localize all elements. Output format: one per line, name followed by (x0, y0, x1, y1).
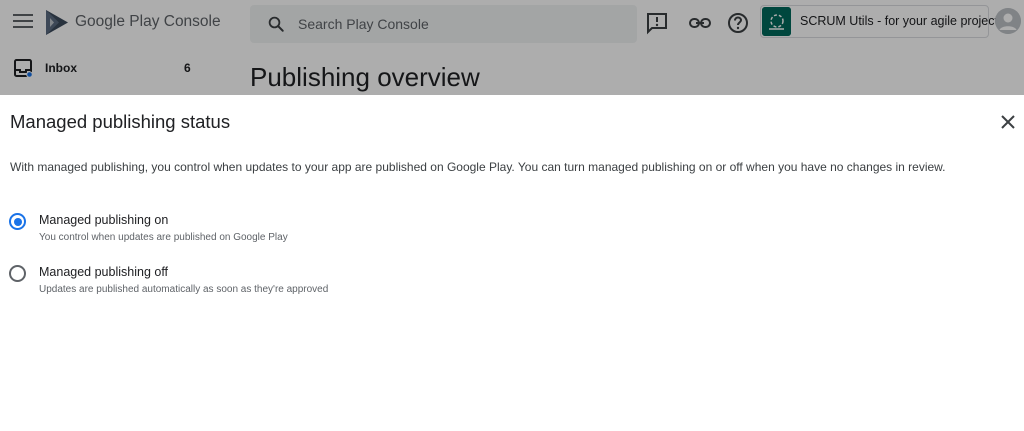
option-description: You control when updates are published o… (39, 232, 288, 243)
option-label: Managed publishing on (39, 213, 169, 227)
option-label: Managed publishing off (39, 265, 169, 279)
option-description: Updates are published automatically as s… (39, 284, 329, 295)
dialog-description: With managed publishing, you control whe… (10, 160, 946, 174)
option-managed-publishing-on[interactable]: Managed publishing on You control when u… (0, 211, 500, 247)
dialog-title: Managed publishing status (10, 111, 231, 132)
close-icon[interactable] (996, 110, 1020, 134)
option-managed-publishing-off[interactable]: Managed publishing off Updates are publi… (0, 263, 500, 299)
radio-managed-publishing-on[interactable] (9, 213, 26, 230)
managed-publishing-dialog: Managed publishing status With managed p… (0, 95, 1024, 431)
radio-managed-publishing-off[interactable] (9, 265, 26, 282)
